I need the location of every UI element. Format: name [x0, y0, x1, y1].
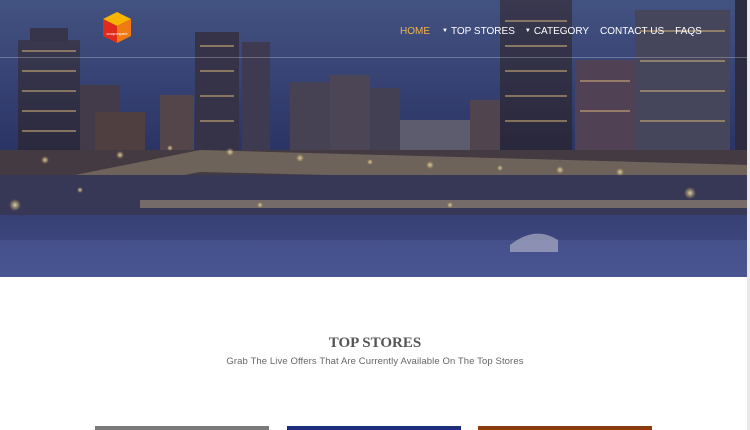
nav-home-label: HOME: [400, 25, 430, 37]
store-card-top-bar[interactable]: [95, 426, 269, 430]
nav-contact-label: CONTACT US: [600, 25, 665, 37]
main-navigation: HOME ▼ TOP STORES ▼ CATEGORY CONTACT US …: [400, 24, 702, 38]
hero-banner: couponpark HOME ▼ TOP STORES ▼ CATEGORY …: [0, 0, 750, 277]
nav-faqs-label: FAQS: [675, 25, 702, 37]
store-card-top-bar[interactable]: [287, 426, 461, 430]
caret-down-icon: ▼: [442, 28, 448, 34]
section-subtitle: Grab The Live Offers That Are Currently …: [226, 356, 524, 367]
nav-item-home[interactable]: HOME: [400, 26, 430, 37]
nav-item-top-stores[interactable]: ▼ TOP STORES: [442, 26, 515, 37]
caret-down-icon: ▼: [524, 28, 531, 34]
nav-item-faqs[interactable]: FAQS: [675, 26, 702, 37]
nav-divider: [0, 57, 750, 58]
store-card-top-bar[interactable]: [478, 426, 652, 430]
logo-cube-icon: couponpark: [103, 12, 131, 43]
site-logo[interactable]: couponpark: [100, 10, 134, 48]
nav-category-label: CATEGORY: [533, 25, 590, 37]
nav-top-stores-label: TOP STORES: [450, 25, 515, 37]
nav-item-contact-us[interactable]: CONTACT US: [600, 26, 664, 37]
nav-item-category[interactable]: ▼ CATEGORY: [525, 26, 589, 37]
section-title: TOP STORES: [328, 335, 422, 351]
logo-text: couponpark: [107, 31, 128, 36]
